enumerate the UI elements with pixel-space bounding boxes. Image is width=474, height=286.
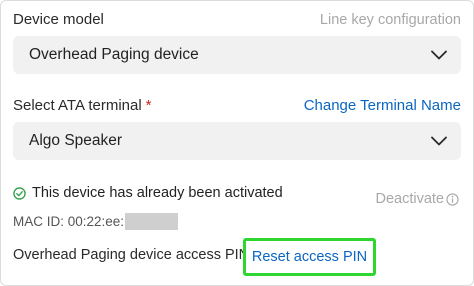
mac-id-text: MAC ID: 00:22:ee: [13, 214, 125, 229]
check-circle-icon [13, 186, 26, 200]
chevron-down-icon [431, 136, 447, 146]
device-model-select[interactable]: Overhead Paging device [13, 36, 461, 74]
info-icon[interactable] [446, 192, 459, 206]
ata-terminal-header: Select ATA terminal * Change Terminal Nam… [13, 97, 461, 114]
ata-terminal-value: Algo Speaker [29, 132, 123, 149]
access-pin-row: Overhead Paging device access PIN [13, 247, 249, 263]
ata-terminal-label: Select ATA terminal [13, 97, 142, 114]
deactivate-label: Deactivate [375, 191, 444, 207]
device-model-label: Device model [13, 11, 104, 28]
mac-id: MAC ID: 00:22:ee: [13, 213, 179, 230]
required-asterisk: * [145, 97, 152, 114]
device-settings-panel: Device model Line key configuration Over… [0, 0, 474, 286]
change-terminal-name-link[interactable]: Change Terminal Name [304, 97, 461, 114]
ata-terminal-label-group: Select ATA terminal * [13, 97, 152, 114]
access-pin-label: Overhead Paging device access PIN [13, 247, 250, 263]
ata-terminal-select[interactable]: Algo Speaker [13, 122, 461, 160]
device-model-value: Overhead Paging device [29, 46, 199, 63]
activation-status-text: This device has already been activated [32, 185, 283, 201]
device-model-header: Device model Line key configuration [13, 11, 461, 28]
chevron-down-icon [431, 50, 447, 60]
reset-access-pin-link[interactable]: Reset access PIN [252, 249, 367, 265]
line-key-configuration-link[interactable]: Line key configuration [320, 12, 461, 28]
reset-access-pin-highlight: Reset access PIN [243, 238, 376, 276]
mac-redaction [125, 213, 179, 230]
deactivate-control[interactable]: Deactivate [375, 191, 459, 207]
activation-status: This device has already been activated [13, 185, 283, 201]
